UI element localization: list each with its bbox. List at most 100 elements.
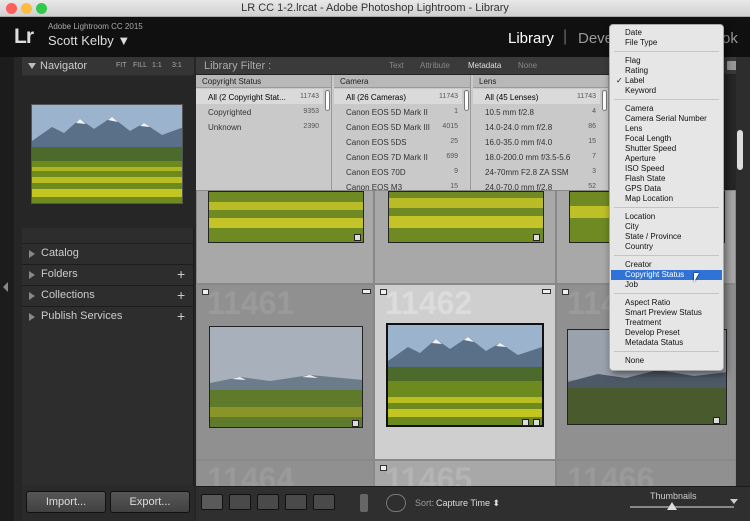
list-item[interactable]: All (45 Lenses) 11743 bbox=[473, 89, 600, 104]
list-item[interactable]: 10.5 mm f/2.8 4 bbox=[473, 104, 600, 119]
navigator-preview-image[interactable] bbox=[31, 104, 183, 204]
flag-icon[interactable] bbox=[380, 465, 387, 471]
menu-item[interactable]: City bbox=[611, 222, 722, 232]
menu-item[interactable]: Rating bbox=[611, 66, 722, 76]
menu-item[interactable]: Date bbox=[611, 28, 722, 38]
add-folder-plus-icon[interactable]: + bbox=[177, 266, 185, 282]
edit-badge-icon[interactable] bbox=[352, 420, 359, 427]
grid-cell[interactable]: 11461 bbox=[196, 284, 374, 460]
menu-item[interactable]: Aspect Ratio bbox=[611, 298, 722, 308]
list-item[interactable]: 16.0-35.0 mm f/4.0 15 bbox=[473, 134, 600, 149]
add-publish-service-plus-icon[interactable]: + bbox=[177, 308, 185, 324]
painter-icon[interactable] bbox=[360, 494, 368, 512]
grid-vertical-scrollbar[interactable] bbox=[737, 130, 743, 170]
column-header[interactable]: Camera bbox=[334, 75, 470, 88]
menu-item[interactable]: Treatment bbox=[611, 318, 722, 328]
menu-item[interactable]: Shutter Speed bbox=[611, 144, 722, 154]
menu-item[interactable]: Job bbox=[611, 280, 722, 290]
list-item[interactable]: 18.0-200.0 mm f/3.5-5.6 7 bbox=[473, 149, 600, 164]
menu-item[interactable]: Location bbox=[611, 212, 722, 222]
list-item[interactable]: Canon EOS 7D Mark II 699 bbox=[334, 149, 462, 164]
slider-knob[interactable] bbox=[666, 502, 677, 510]
flag-icon[interactable] bbox=[562, 289, 569, 295]
list-item[interactable]: Canon EOS 5DS 25 bbox=[334, 134, 462, 149]
flag-icon[interactable] bbox=[380, 289, 387, 295]
menu-item[interactable]: Develop Preset bbox=[611, 328, 722, 338]
edit-badge-icon[interactable] bbox=[533, 234, 540, 241]
add-collection-plus-icon[interactable]: + bbox=[177, 287, 185, 303]
sort-select[interactable]: Capture Time ⬍ bbox=[436, 498, 500, 509]
quick-collection-icon[interactable] bbox=[542, 289, 551, 294]
menu-item[interactable]: Metadata Status bbox=[611, 338, 722, 348]
list-item[interactable]: Unknown 2390 bbox=[196, 119, 323, 134]
panel-catalog[interactable]: Catalog bbox=[22, 243, 194, 263]
menu-item[interactable]: Camera bbox=[611, 104, 722, 114]
flag-icon[interactable] bbox=[202, 289, 209, 295]
filter-tab-metadata[interactable]: Metadata bbox=[468, 61, 501, 70]
menu-item[interactable]: Keyword bbox=[611, 86, 722, 96]
menu-item[interactable]: Flag bbox=[611, 56, 722, 66]
module-library[interactable]: Library bbox=[508, 30, 554, 47]
filter-tab-text[interactable]: Text bbox=[389, 61, 404, 70]
thumbnail-image[interactable] bbox=[388, 191, 544, 243]
collapse-left-icon[interactable] bbox=[3, 282, 8, 292]
panel-folders[interactable]: Folders + bbox=[22, 264, 194, 284]
user-name[interactable]: Scott Kelby ▼ bbox=[48, 33, 130, 48]
crop-badge-icon[interactable] bbox=[533, 419, 540, 426]
edit-badge-icon[interactable] bbox=[713, 417, 720, 424]
edit-badge-icon[interactable] bbox=[522, 419, 529, 426]
thumbnail-image[interactable] bbox=[386, 323, 544, 427]
import-button[interactable]: Import... bbox=[26, 491, 106, 513]
edit-badge-icon[interactable] bbox=[354, 234, 361, 241]
list-item[interactable]: 24-70mm F2.8 ZA SSM 3 bbox=[473, 164, 600, 179]
column-scrollbar[interactable] bbox=[464, 90, 469, 111]
list-item[interactable]: Copyrighted 9353 bbox=[196, 104, 323, 119]
zoom-3-1[interactable]: 3:1 bbox=[172, 62, 182, 69]
menu-item[interactable]: Flash State bbox=[611, 174, 722, 184]
toolbar-menu-chevron-icon[interactable] bbox=[730, 499, 738, 504]
menu-item[interactable]: ISO Speed bbox=[611, 164, 722, 174]
export-button[interactable]: Export... bbox=[110, 491, 190, 513]
grid-cell-selected[interactable]: 11462 bbox=[374, 284, 556, 460]
filter-tab-none[interactable]: None bbox=[518, 61, 537, 70]
menu-item[interactable]: State / Province bbox=[611, 232, 722, 242]
list-item[interactable]: Canon EOS 5D Mark II 1 bbox=[334, 104, 462, 119]
menu-item[interactable]: Smart Preview Status bbox=[611, 308, 722, 318]
list-item[interactable]: Canon EOS 5D Mark III 4015 bbox=[334, 119, 462, 134]
list-item[interactable]: All (26 Cameras) 11743 bbox=[334, 89, 462, 104]
thumbnail-image[interactable] bbox=[209, 326, 363, 428]
zoom-fit[interactable]: FIT bbox=[116, 62, 127, 69]
panel-publish-services[interactable]: Publish Services + bbox=[22, 306, 194, 326]
column-header[interactable]: Lens bbox=[473, 75, 608, 88]
menu-item[interactable]: None bbox=[611, 356, 722, 366]
column-header[interactable]: Copyright Status bbox=[196, 75, 331, 88]
grid-cell[interactable] bbox=[196, 190, 374, 284]
zoom-1-1[interactable]: 1:1 bbox=[152, 62, 162, 69]
column-scrollbar[interactable] bbox=[602, 90, 607, 111]
module-book[interactable]: ok bbox=[722, 30, 738, 47]
quick-collection-icon[interactable] bbox=[362, 289, 371, 294]
menu-item[interactable]: ✓ Label bbox=[611, 76, 722, 86]
menu-item[interactable]: Aperture bbox=[611, 154, 722, 164]
survey-view-icon[interactable] bbox=[285, 494, 307, 510]
menu-item[interactable]: Copyright Status bbox=[611, 270, 722, 280]
sort-direction-icon[interactable] bbox=[386, 494, 406, 512]
menu-item[interactable]: Focal Length bbox=[611, 134, 722, 144]
menu-item[interactable]: Creator bbox=[611, 260, 722, 270]
grid-view-icon[interactable] bbox=[201, 494, 223, 510]
zoom-fill[interactable]: FILL bbox=[133, 62, 147, 69]
filter-tab-attribute[interactable]: Attribute bbox=[420, 61, 450, 70]
menu-item[interactable]: Camera Serial Number bbox=[611, 114, 722, 124]
people-view-icon[interactable] bbox=[313, 494, 335, 510]
list-item[interactable]: Canon EOS 70D 9 bbox=[334, 164, 462, 179]
compare-view-icon[interactable] bbox=[257, 494, 279, 510]
thumbnail-image[interactable] bbox=[208, 191, 364, 243]
navigator-header[interactable]: Navigator FIT FILL 1:1 3:1 bbox=[22, 57, 194, 75]
menu-item[interactable]: Country bbox=[611, 242, 722, 252]
list-item[interactable]: All (2 Copyright Stat... 11743 bbox=[196, 89, 323, 104]
list-item[interactable]: 14.0-24.0 mm f/2.8 86 bbox=[473, 119, 600, 134]
grid-cell[interactable] bbox=[374, 190, 556, 284]
panel-collections[interactable]: Collections + bbox=[22, 285, 194, 305]
column-scrollbar[interactable] bbox=[325, 90, 330, 111]
menu-item[interactable]: File Type bbox=[611, 38, 722, 48]
